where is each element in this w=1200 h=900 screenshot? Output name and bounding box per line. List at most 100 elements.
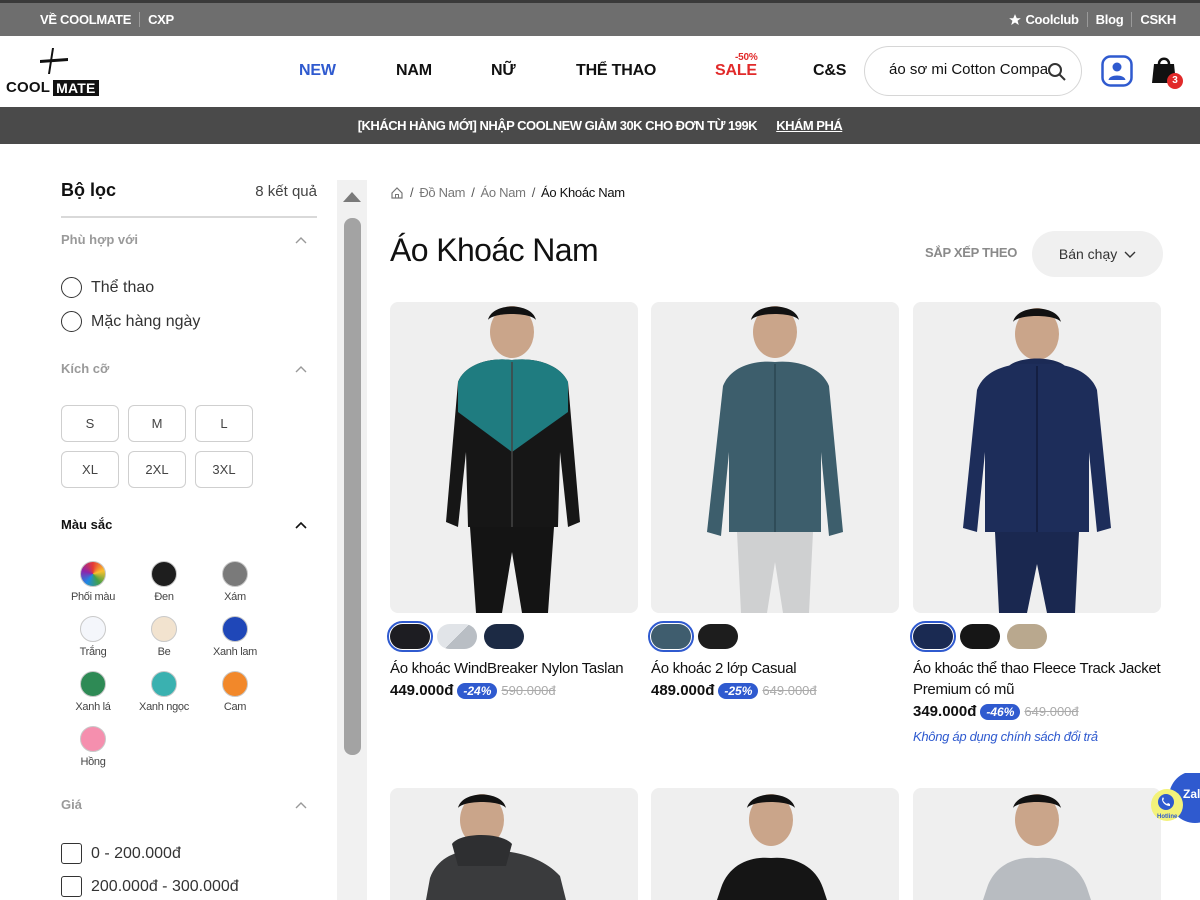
nav-the-thao[interactable]: THỂ THAO xyxy=(576,62,656,80)
checkbox-box[interactable] xyxy=(61,843,82,864)
coolclub-link[interactable]: Coolclub xyxy=(1000,12,1086,27)
color-filter-option[interactable]: Be xyxy=(124,616,204,658)
product-name[interactable]: Áo khoác thể thao Fleece Track Jacket Pr… xyxy=(913,658,1163,700)
product-image[interactable] xyxy=(390,788,638,900)
color-dot[interactable] xyxy=(222,561,248,587)
product-card[interactable] xyxy=(913,788,1163,900)
color-filter-option[interactable]: Hồng xyxy=(53,726,133,768)
color-filter-option[interactable]: Xanh lá xyxy=(53,671,133,713)
product-image[interactable] xyxy=(913,788,1161,900)
cskh-link[interactable]: CSKH xyxy=(1131,12,1184,27)
radio-circle[interactable] xyxy=(61,311,82,332)
checkbox-price-0-200[interactable]: 0 - 200.000đ xyxy=(61,843,181,864)
sidebar-scrollbar[interactable] xyxy=(337,180,367,900)
filter-group-price-title: Giá xyxy=(61,797,82,812)
color-dot[interactable] xyxy=(80,616,106,642)
color-dot[interactable] xyxy=(222,671,248,697)
home-icon[interactable] xyxy=(390,186,404,200)
nav-new[interactable]: NEW xyxy=(299,62,336,80)
product-image[interactable] xyxy=(651,788,899,900)
color-dot[interactable] xyxy=(80,561,106,587)
zalo-label: Zalo xyxy=(1183,787,1200,801)
coolmate-logo[interactable]: COOL MATE xyxy=(6,44,102,100)
product-card[interactable] xyxy=(651,788,901,900)
color-filter-option[interactable]: Xanh ngọc xyxy=(124,671,204,713)
nav-nu[interactable]: NỮ xyxy=(491,62,516,80)
size-option-s[interactable]: S xyxy=(61,405,119,442)
product-card[interactable]: Áo khoác 2 lớp Casual 489.000đ -25% 649.… xyxy=(648,302,901,699)
search-box[interactable] xyxy=(864,46,1082,96)
size-option-xl[interactable]: XL xyxy=(61,451,119,488)
chevron-up-icon[interactable] xyxy=(295,521,307,529)
size-option-2xl[interactable]: 2XL xyxy=(128,451,186,488)
size-option-l[interactable]: L xyxy=(195,405,253,442)
color-swatch[interactable] xyxy=(960,624,1000,649)
checkbox-price-200-300[interactable]: 200.000đ - 300.000đ xyxy=(61,876,239,897)
filter-group-color[interactable]: Màu sắc xyxy=(61,517,317,537)
chevron-up-icon[interactable] xyxy=(295,801,307,809)
cart-button[interactable]: 3 xyxy=(1151,55,1185,91)
blog-link[interactable]: Blog xyxy=(1086,12,1132,27)
color-filter-option[interactable]: Cam xyxy=(195,671,275,713)
filter-sidebar: Bộ lọc 8 kết quả Phù hợp với Thể thao Mặ… xyxy=(61,180,317,897)
product-card[interactable] xyxy=(390,788,640,900)
chevron-up-icon[interactable] xyxy=(295,365,307,373)
breadcrumb-item-do-nam[interactable]: Đồ Nam xyxy=(419,185,465,200)
filter-title: Bộ lọc xyxy=(61,180,117,200)
promo-explore-link[interactable]: KHÁM PHÁ xyxy=(776,118,843,133)
color-dot[interactable] xyxy=(151,561,177,587)
checkbox-box[interactable] xyxy=(61,876,82,897)
color-filter-option[interactable]: Phối màu xyxy=(53,561,133,603)
color-dot[interactable] xyxy=(151,616,177,642)
nav-nam[interactable]: NAM xyxy=(396,62,432,80)
color-label: Xanh ngọc xyxy=(139,701,189,713)
search-input[interactable] xyxy=(889,61,1049,78)
zalo-hotline-widget[interactable]: Zalo Hotline xyxy=(1151,773,1200,829)
color-swatch[interactable] xyxy=(484,624,524,649)
filter-group-fit[interactable]: Phù hợp với xyxy=(61,232,317,252)
radio-circle[interactable] xyxy=(61,277,82,298)
color-swatch[interactable] xyxy=(1007,624,1047,649)
scroll-up-arrow-icon[interactable] xyxy=(343,192,361,202)
search-icon[interactable] xyxy=(1047,62,1067,82)
color-filter-option[interactable]: Đen xyxy=(124,561,204,603)
color-filter-option[interactable]: Trắng xyxy=(53,616,133,658)
product-image[interactable] xyxy=(651,302,899,613)
about-link[interactable]: VỀ COOLMATE xyxy=(40,12,141,27)
color-swatch[interactable] xyxy=(437,624,477,649)
color-swatch[interactable] xyxy=(648,621,694,652)
product-price: 489.000đ xyxy=(651,682,715,699)
color-filter-option[interactable]: Xanh lam xyxy=(195,616,275,658)
product-name[interactable]: Áo khoác 2 lớp Casual xyxy=(651,658,901,679)
sort-dropdown[interactable]: Bán chạy xyxy=(1032,231,1163,277)
color-swatch[interactable] xyxy=(910,621,956,652)
size-option-m[interactable]: M xyxy=(128,405,186,442)
nav-sale[interactable]: SALE -50% xyxy=(715,52,758,80)
color-dot[interactable] xyxy=(80,726,106,752)
result-count: 8 kết quả xyxy=(255,183,317,200)
breadcrumb-item-ao-nam[interactable]: Áo Nam xyxy=(481,185,526,200)
filter-group-price[interactable]: Giá xyxy=(61,797,317,817)
filter-header: Bộ lọc 8 kết quả xyxy=(61,180,317,218)
user-account-icon[interactable] xyxy=(1101,55,1133,87)
filter-group-size[interactable]: Kích cỡ xyxy=(61,361,317,381)
product-image[interactable] xyxy=(913,302,1161,613)
color-dot[interactable] xyxy=(151,671,177,697)
size-option-3xl[interactable]: 3XL xyxy=(195,451,253,488)
color-dot[interactable] xyxy=(222,616,248,642)
color-filter-option[interactable]: Xám xyxy=(195,561,275,603)
radio-fit-sport[interactable]: Thể thao xyxy=(61,277,154,298)
sort-label: SẮP XẾP THEO xyxy=(925,245,1018,260)
color-dot[interactable] xyxy=(80,671,106,697)
product-card[interactable]: Áo khoác WindBreaker Nylon Taslan 449.00… xyxy=(387,302,640,699)
nav-cs[interactable]: C&S xyxy=(813,62,846,80)
cxp-link[interactable]: CXP xyxy=(148,12,182,27)
scrollbar-thumb[interactable] xyxy=(344,218,361,755)
radio-fit-daily[interactable]: Mặc hàng ngày xyxy=(61,311,200,332)
product-image[interactable] xyxy=(390,302,638,613)
product-name[interactable]: Áo khoác WindBreaker Nylon Taslan xyxy=(390,658,640,679)
product-card[interactable]: Áo khoác thể thao Fleece Track Jacket Pr… xyxy=(910,302,1163,744)
color-swatch[interactable] xyxy=(698,624,738,649)
chevron-up-icon[interactable] xyxy=(295,236,307,244)
color-swatch[interactable] xyxy=(387,621,433,652)
